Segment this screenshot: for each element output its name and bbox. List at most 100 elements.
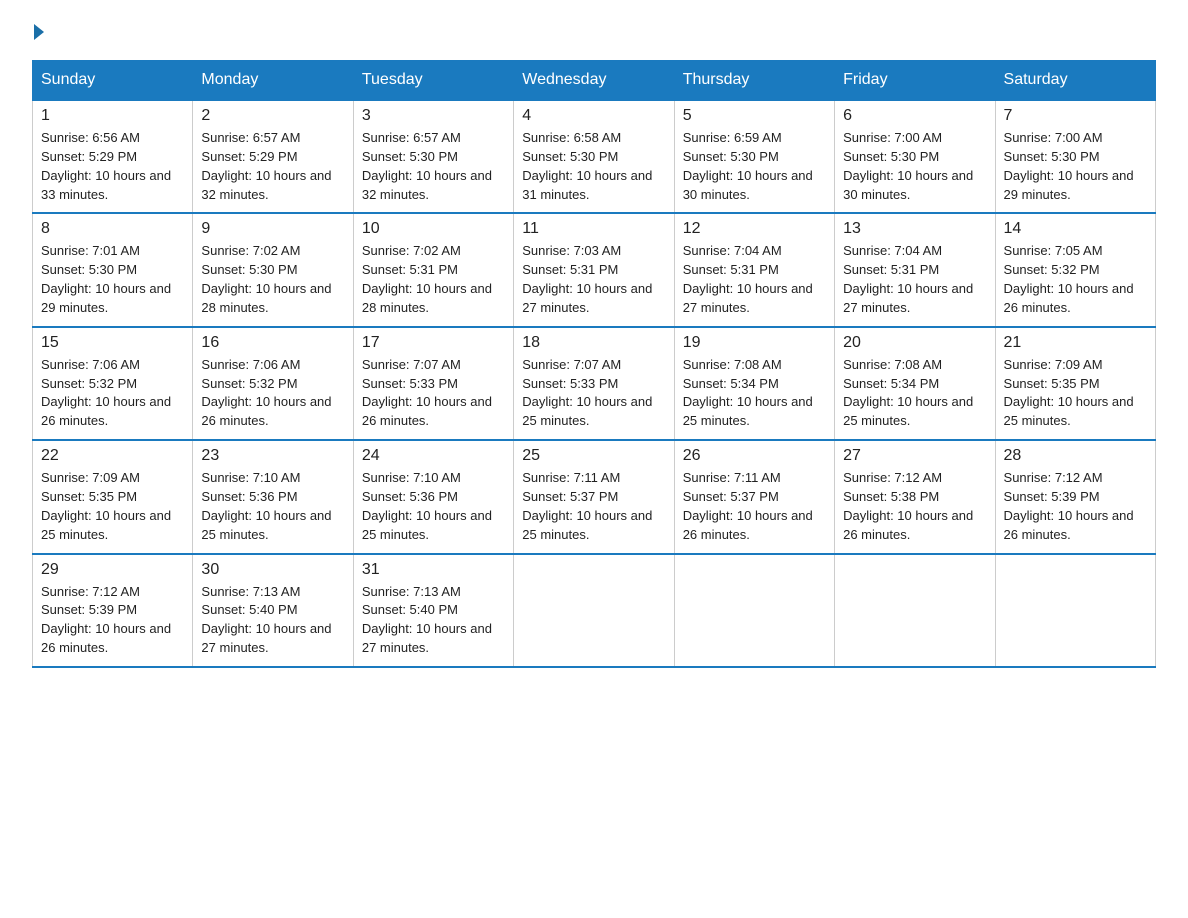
day-number: 18 xyxy=(522,334,665,352)
day-cell-24: 24 Sunrise: 7:10 AMSunset: 5:36 PMDayligh… xyxy=(353,440,513,553)
day-info: Sunrise: 7:08 AMSunset: 5:34 PMDaylight:… xyxy=(843,356,986,431)
day-info: Sunrise: 7:06 AMSunset: 5:32 PMDaylight:… xyxy=(201,356,344,431)
day-cell-31: 31 Sunrise: 7:13 AMSunset: 5:40 PMDayligh… xyxy=(353,554,513,667)
day-info: Sunrise: 7:09 AMSunset: 5:35 PMDaylight:… xyxy=(1004,356,1147,431)
day-number: 16 xyxy=(201,334,344,352)
day-info: Sunrise: 6:57 AMSunset: 5:29 PMDaylight:… xyxy=(201,129,344,204)
day-info: Sunrise: 7:13 AMSunset: 5:40 PMDaylight:… xyxy=(362,583,505,658)
day-info: Sunrise: 7:03 AMSunset: 5:31 PMDaylight:… xyxy=(522,242,665,317)
day-info: Sunrise: 7:00 AMSunset: 5:30 PMDaylight:… xyxy=(843,129,986,204)
day-info: Sunrise: 7:10 AMSunset: 5:36 PMDaylight:… xyxy=(201,469,344,544)
day-cell-7: 7 Sunrise: 7:00 AMSunset: 5:30 PMDaylight… xyxy=(995,100,1155,213)
day-cell-16: 16 Sunrise: 7:06 AMSunset: 5:32 PMDayligh… xyxy=(193,327,353,440)
day-cell-28: 28 Sunrise: 7:12 AMSunset: 5:39 PMDayligh… xyxy=(995,440,1155,553)
day-info: Sunrise: 7:02 AMSunset: 5:30 PMDaylight:… xyxy=(201,242,344,317)
day-number: 1 xyxy=(41,107,184,125)
day-number: 10 xyxy=(362,220,505,238)
day-number: 21 xyxy=(1004,334,1147,352)
day-cell-18: 18 Sunrise: 7:07 AMSunset: 5:33 PMDayligh… xyxy=(514,327,674,440)
page-header xyxy=(32,24,1156,40)
day-cell-3: 3Sunrise: 6:57 AMSunset: 5:30 PMDaylight… xyxy=(353,100,513,213)
day-cell-20: 20 Sunrise: 7:08 AMSunset: 5:34 PMDayligh… xyxy=(835,327,995,440)
day-number: 31 xyxy=(362,561,505,579)
empty-cell xyxy=(514,554,674,667)
week-row-3: 15 Sunrise: 7:06 AMSunset: 5:32 PMDayligh… xyxy=(33,327,1156,440)
weekday-header-row: SundayMondayTuesdayWednesdayThursdayFrid… xyxy=(33,61,1156,101)
day-info: Sunrise: 7:10 AMSunset: 5:36 PMDaylight:… xyxy=(362,469,505,544)
day-number: 15 xyxy=(41,334,184,352)
empty-cell xyxy=(995,554,1155,667)
day-info: Sunrise: 7:00 AMSunset: 5:30 PMDaylight:… xyxy=(1004,129,1147,204)
day-cell-25: 25Sunrise: 7:11 AMSunset: 5:37 PMDayligh… xyxy=(514,440,674,553)
day-number: 17 xyxy=(362,334,505,352)
day-number: 30 xyxy=(201,561,344,579)
day-cell-12: 12Sunrise: 7:04 AMSunset: 5:31 PMDayligh… xyxy=(674,213,834,326)
day-number: 4 xyxy=(522,107,665,125)
day-cell-27: 27 Sunrise: 7:12 AMSunset: 5:38 PMDayligh… xyxy=(835,440,995,553)
day-info: Sunrise: 7:08 AMSunset: 5:34 PMDaylight:… xyxy=(683,356,826,431)
day-cell-29: 29Sunrise: 7:12 AMSunset: 5:39 PMDayligh… xyxy=(33,554,193,667)
day-info: Sunrise: 7:13 AMSunset: 5:40 PMDaylight:… xyxy=(201,583,344,658)
day-info: Sunrise: 7:12 AMSunset: 5:39 PMDaylight:… xyxy=(1004,469,1147,544)
day-number: 26 xyxy=(683,447,826,465)
weekday-header-saturday: Saturday xyxy=(995,61,1155,101)
day-info: Sunrise: 7:11 AMSunset: 5:37 PMDaylight:… xyxy=(683,469,826,544)
calendar-table: SundayMondayTuesdayWednesdayThursdayFrid… xyxy=(32,60,1156,668)
day-cell-22: 22 Sunrise: 7:09 AMSunset: 5:35 PMDayligh… xyxy=(33,440,193,553)
day-cell-14: 14Sunrise: 7:05 AMSunset: 5:32 PMDayligh… xyxy=(995,213,1155,326)
day-info: Sunrise: 7:09 AMSunset: 5:35 PMDaylight:… xyxy=(41,469,184,544)
empty-cell xyxy=(835,554,995,667)
day-number: 25 xyxy=(522,447,665,465)
day-cell-23: 23 Sunrise: 7:10 AMSunset: 5:36 PMDayligh… xyxy=(193,440,353,553)
day-number: 7 xyxy=(1004,107,1147,125)
day-info: Sunrise: 7:12 AMSunset: 5:39 PMDaylight:… xyxy=(41,583,184,658)
day-number: 11 xyxy=(522,220,665,238)
logo-arrow-icon xyxy=(34,24,44,40)
day-number: 20 xyxy=(843,334,986,352)
day-cell-19: 19 Sunrise: 7:08 AMSunset: 5:34 PMDayligh… xyxy=(674,327,834,440)
day-number: 9 xyxy=(201,220,344,238)
day-number: 2 xyxy=(201,107,344,125)
day-info: Sunrise: 7:12 AMSunset: 5:38 PMDaylight:… xyxy=(843,469,986,544)
weekday-header-monday: Monday xyxy=(193,61,353,101)
day-info: Sunrise: 6:56 AMSunset: 5:29 PMDaylight:… xyxy=(41,129,184,204)
week-row-4: 22 Sunrise: 7:09 AMSunset: 5:35 PMDayligh… xyxy=(33,440,1156,553)
day-number: 24 xyxy=(362,447,505,465)
week-row-5: 29Sunrise: 7:12 AMSunset: 5:39 PMDayligh… xyxy=(33,554,1156,667)
day-number: 22 xyxy=(41,447,184,465)
day-number: 19 xyxy=(683,334,826,352)
day-cell-15: 15 Sunrise: 7:06 AMSunset: 5:32 PMDayligh… xyxy=(33,327,193,440)
day-cell-8: 8Sunrise: 7:01 AMSunset: 5:30 PMDaylight… xyxy=(33,213,193,326)
day-info: Sunrise: 6:58 AMSunset: 5:30 PMDaylight:… xyxy=(522,129,665,204)
day-cell-9: 9 Sunrise: 7:02 AMSunset: 5:30 PMDaylight… xyxy=(193,213,353,326)
day-cell-21: 21 Sunrise: 7:09 AMSunset: 5:35 PMDayligh… xyxy=(995,327,1155,440)
day-info: Sunrise: 7:07 AMSunset: 5:33 PMDaylight:… xyxy=(522,356,665,431)
day-number: 13 xyxy=(843,220,986,238)
weekday-header-tuesday: Tuesday xyxy=(353,61,513,101)
day-info: Sunrise: 7:02 AMSunset: 5:31 PMDaylight:… xyxy=(362,242,505,317)
day-info: Sunrise: 7:04 AMSunset: 5:31 PMDaylight:… xyxy=(683,242,826,317)
day-cell-13: 13 Sunrise: 7:04 AMSunset: 5:31 PMDayligh… xyxy=(835,213,995,326)
day-number: 8 xyxy=(41,220,184,238)
day-number: 23 xyxy=(201,447,344,465)
week-row-1: 1 Sunrise: 6:56 AMSunset: 5:29 PMDaylight… xyxy=(33,100,1156,213)
day-number: 6 xyxy=(843,107,986,125)
empty-cell xyxy=(674,554,834,667)
week-row-2: 8Sunrise: 7:01 AMSunset: 5:30 PMDaylight… xyxy=(33,213,1156,326)
weekday-header-friday: Friday xyxy=(835,61,995,101)
day-number: 5 xyxy=(683,107,826,125)
day-number: 27 xyxy=(843,447,986,465)
day-info: Sunrise: 6:57 AMSunset: 5:30 PMDaylight:… xyxy=(362,129,505,204)
day-info: Sunrise: 7:06 AMSunset: 5:32 PMDaylight:… xyxy=(41,356,184,431)
day-cell-30: 30 Sunrise: 7:13 AMSunset: 5:40 PMDayligh… xyxy=(193,554,353,667)
day-info: Sunrise: 6:59 AMSunset: 5:30 PMDaylight:… xyxy=(683,129,826,204)
weekday-header-thursday: Thursday xyxy=(674,61,834,101)
day-cell-11: 11 Sunrise: 7:03 AMSunset: 5:31 PMDayligh… xyxy=(514,213,674,326)
day-number: 14 xyxy=(1004,220,1147,238)
weekday-header-wednesday: Wednesday xyxy=(514,61,674,101)
day-cell-6: 6 Sunrise: 7:00 AMSunset: 5:30 PMDaylight… xyxy=(835,100,995,213)
day-info: Sunrise: 7:04 AMSunset: 5:31 PMDaylight:… xyxy=(843,242,986,317)
day-cell-5: 5 Sunrise: 6:59 AMSunset: 5:30 PMDaylight… xyxy=(674,100,834,213)
day-cell-2: 2 Sunrise: 6:57 AMSunset: 5:29 PMDaylight… xyxy=(193,100,353,213)
day-number: 28 xyxy=(1004,447,1147,465)
